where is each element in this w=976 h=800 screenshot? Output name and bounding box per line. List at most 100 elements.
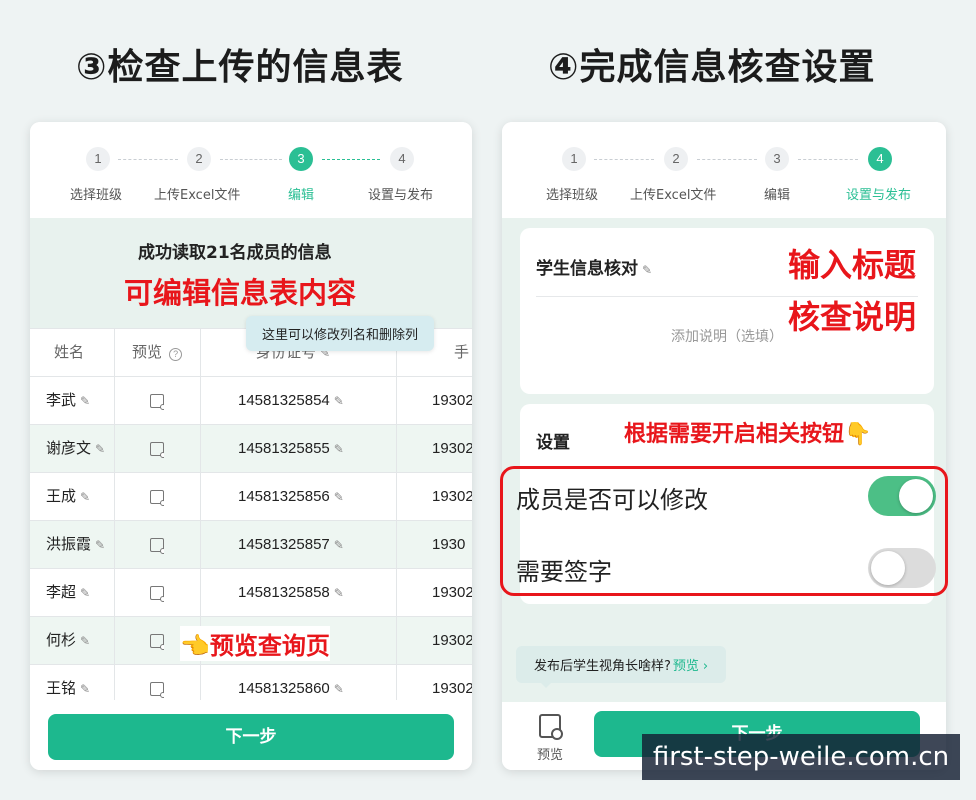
preview-icon[interactable] <box>150 394 164 411</box>
right-phone-screen: 1 2 3 4 选择班级 上传Excel文件 编辑 设置与发布 学生信息核对 ✎ … <box>502 122 946 770</box>
id-text: 14581325854 <box>238 392 330 409</box>
column-header-phone[interactable]: 手 <box>454 329 469 377</box>
edit-pencil-icon[interactable]: ✎ <box>334 538 344 552</box>
chevron-right-icon: › <box>702 659 709 674</box>
id-cell[interactable]: 14581325854 ✎ <box>238 377 344 425</box>
step-1-circle: 1 <box>562 147 586 171</box>
name-cell[interactable]: 王成 ✎ <box>46 473 90 521</box>
preview-cell[interactable] <box>150 521 164 569</box>
name-cell[interactable]: 谢彦文 ✎ <box>46 425 105 473</box>
preview-icon[interactable] <box>150 538 164 555</box>
id-cell[interactable]: 14581325856 ✎ <box>238 473 344 521</box>
edit-pencil-icon[interactable]: ✎ <box>80 394 90 408</box>
preview-icon[interactable] <box>150 586 164 603</box>
edit-pencil-icon[interactable]: ✎ <box>334 586 344 600</box>
name-text: 王成 <box>46 488 77 505</box>
id-cell[interactable]: 14581325857 ✎ <box>238 521 344 569</box>
step-2-label: 上传Excel文件 <box>154 188 241 203</box>
left-phone-screen: 1 2 3 4 选择班级 上传Excel文件 编辑 设置与发布 成功读取21名成… <box>30 122 472 770</box>
preview-icon[interactable] <box>150 682 164 699</box>
preview-tab[interactable]: 预览 <box>528 714 572 763</box>
name-cell[interactable]: 李超 ✎ <box>46 569 90 617</box>
phone-cell[interactable]: 1930 <box>432 521 465 569</box>
step-4-label: 设置与发布 <box>368 188 434 203</box>
stepper: 1 2 3 4 选择班级 上传Excel文件 编辑 设置与发布 <box>502 122 946 218</box>
edit-pencil-icon[interactable]: ✎ <box>334 442 344 456</box>
phone-cell[interactable]: 19302 <box>432 569 472 617</box>
bubble-tail <box>538 680 554 688</box>
step-connector <box>118 159 178 160</box>
edit-pencil-icon[interactable]: ✎ <box>642 263 652 277</box>
edit-pencil-icon[interactable]: ✎ <box>80 682 90 696</box>
step-connector <box>798 159 858 160</box>
name-text: 洪振霞 <box>46 536 92 553</box>
edit-pencil-icon[interactable]: ✎ <box>80 586 90 600</box>
preview-hint-text: 发布后学生视角长啥样? <box>534 659 671 674</box>
name-cell[interactable]: 洪振霞 ✎ <box>46 521 105 569</box>
phone-cell[interactable]: 19302 <box>432 377 472 425</box>
column-header-preview[interactable]: 预览 ? <box>132 329 183 377</box>
preview-icon[interactable] <box>150 442 164 459</box>
preview-cell[interactable] <box>150 617 164 665</box>
annotation-settings: 根据需要开启相关按钮👇 <box>624 422 872 447</box>
preview-hint-link[interactable]: 预览 <box>673 659 699 674</box>
id-text: 14581325856 <box>238 488 330 505</box>
table-row: 王成 ✎ 14581325856 ✎ 19302 <box>30 472 472 521</box>
preview-cell[interactable] <box>150 425 164 473</box>
preview-cell[interactable] <box>150 377 164 425</box>
name-cell[interactable]: 李武 ✎ <box>46 377 90 425</box>
column-header-name[interactable]: 姓名 <box>54 329 84 377</box>
name-text: 王铭 <box>46 680 77 697</box>
step-3-circle: 3 <box>765 147 789 171</box>
id-cell[interactable]: 14581325855 ✎ <box>238 425 344 473</box>
name-text: 何杉 <box>46 632 77 649</box>
id-cell[interactable]: 14581325858 ✎ <box>238 569 344 617</box>
edit-pencil-icon[interactable]: ✎ <box>95 538 105 552</box>
edit-pencil-icon[interactable]: ✎ <box>334 394 344 408</box>
edit-pencil-icon[interactable]: ✎ <box>334 682 344 696</box>
step-3-label: 编辑 <box>288 188 315 203</box>
name-text: 谢彦文 <box>46 440 92 457</box>
id-text: 14581325858 <box>238 584 330 601</box>
step-3-circle: 3 <box>289 147 313 171</box>
toggle-label-edit: 成员是否可以修改 <box>516 486 708 514</box>
id-text: 14581325860 <box>238 680 330 697</box>
step-4-circle: 4 <box>868 147 892 171</box>
step-connector <box>220 159 282 160</box>
preview-icon[interactable] <box>150 634 164 651</box>
preview-icon[interactable] <box>150 490 164 507</box>
toggle-signature[interactable] <box>868 548 936 588</box>
edit-pencil-icon[interactable]: ✎ <box>95 442 105 456</box>
step-4-circle: 4 <box>390 147 414 171</box>
step-2-circle: 2 <box>664 147 688 171</box>
preview-tab-label: 预览 <box>536 748 563 763</box>
edit-pencil-icon[interactable]: ✎ <box>80 490 90 504</box>
form-title-field[interactable]: 学生信息核对 ✎ <box>536 254 652 279</box>
step-1-label: 选择班级 <box>70 188 123 203</box>
step-connector <box>697 159 757 160</box>
phone-cell[interactable]: 19302 <box>432 473 472 521</box>
annotation-title-2: 核查说明 <box>788 298 917 336</box>
annotation-preview-page: 👈预览查询页 <box>180 626 330 661</box>
step-4-label: 设置与发布 <box>846 188 912 203</box>
step-3-label: 编辑 <box>764 188 791 203</box>
preview-hint-bubble[interactable]: 发布后学生视角长啥样? 预览 › <box>516 646 727 683</box>
phone-cell[interactable]: 19302 <box>432 617 472 665</box>
table-row: 洪振霞 ✎ 14581325857 ✎ 1930 <box>30 520 472 569</box>
preview-cell[interactable] <box>150 569 164 617</box>
step-2-label: 上传Excel文件 <box>630 188 717 203</box>
settings-label: 设置 <box>536 433 570 453</box>
annotation-title-1: 输入标题 <box>788 246 917 284</box>
id-text: 14581325855 <box>238 440 330 457</box>
edit-pencil-icon[interactable]: ✎ <box>80 634 90 648</box>
step-connector <box>322 159 380 160</box>
edit-pencil-icon[interactable]: ✎ <box>334 490 344 504</box>
name-cell[interactable]: 何杉 ✎ <box>46 617 90 665</box>
phone-cell[interactable]: 19302 <box>432 425 472 473</box>
toggle-member-edit[interactable] <box>868 476 936 516</box>
watermark: first-step-weile.com.cn <box>642 734 960 780</box>
column-header-preview-label: 预览 <box>132 344 163 361</box>
next-step-button[interactable]: 下一步 <box>48 714 454 760</box>
rename-column-tooltip: 这里可以修改列名和删除列 <box>246 316 435 351</box>
preview-cell[interactable] <box>150 473 164 521</box>
